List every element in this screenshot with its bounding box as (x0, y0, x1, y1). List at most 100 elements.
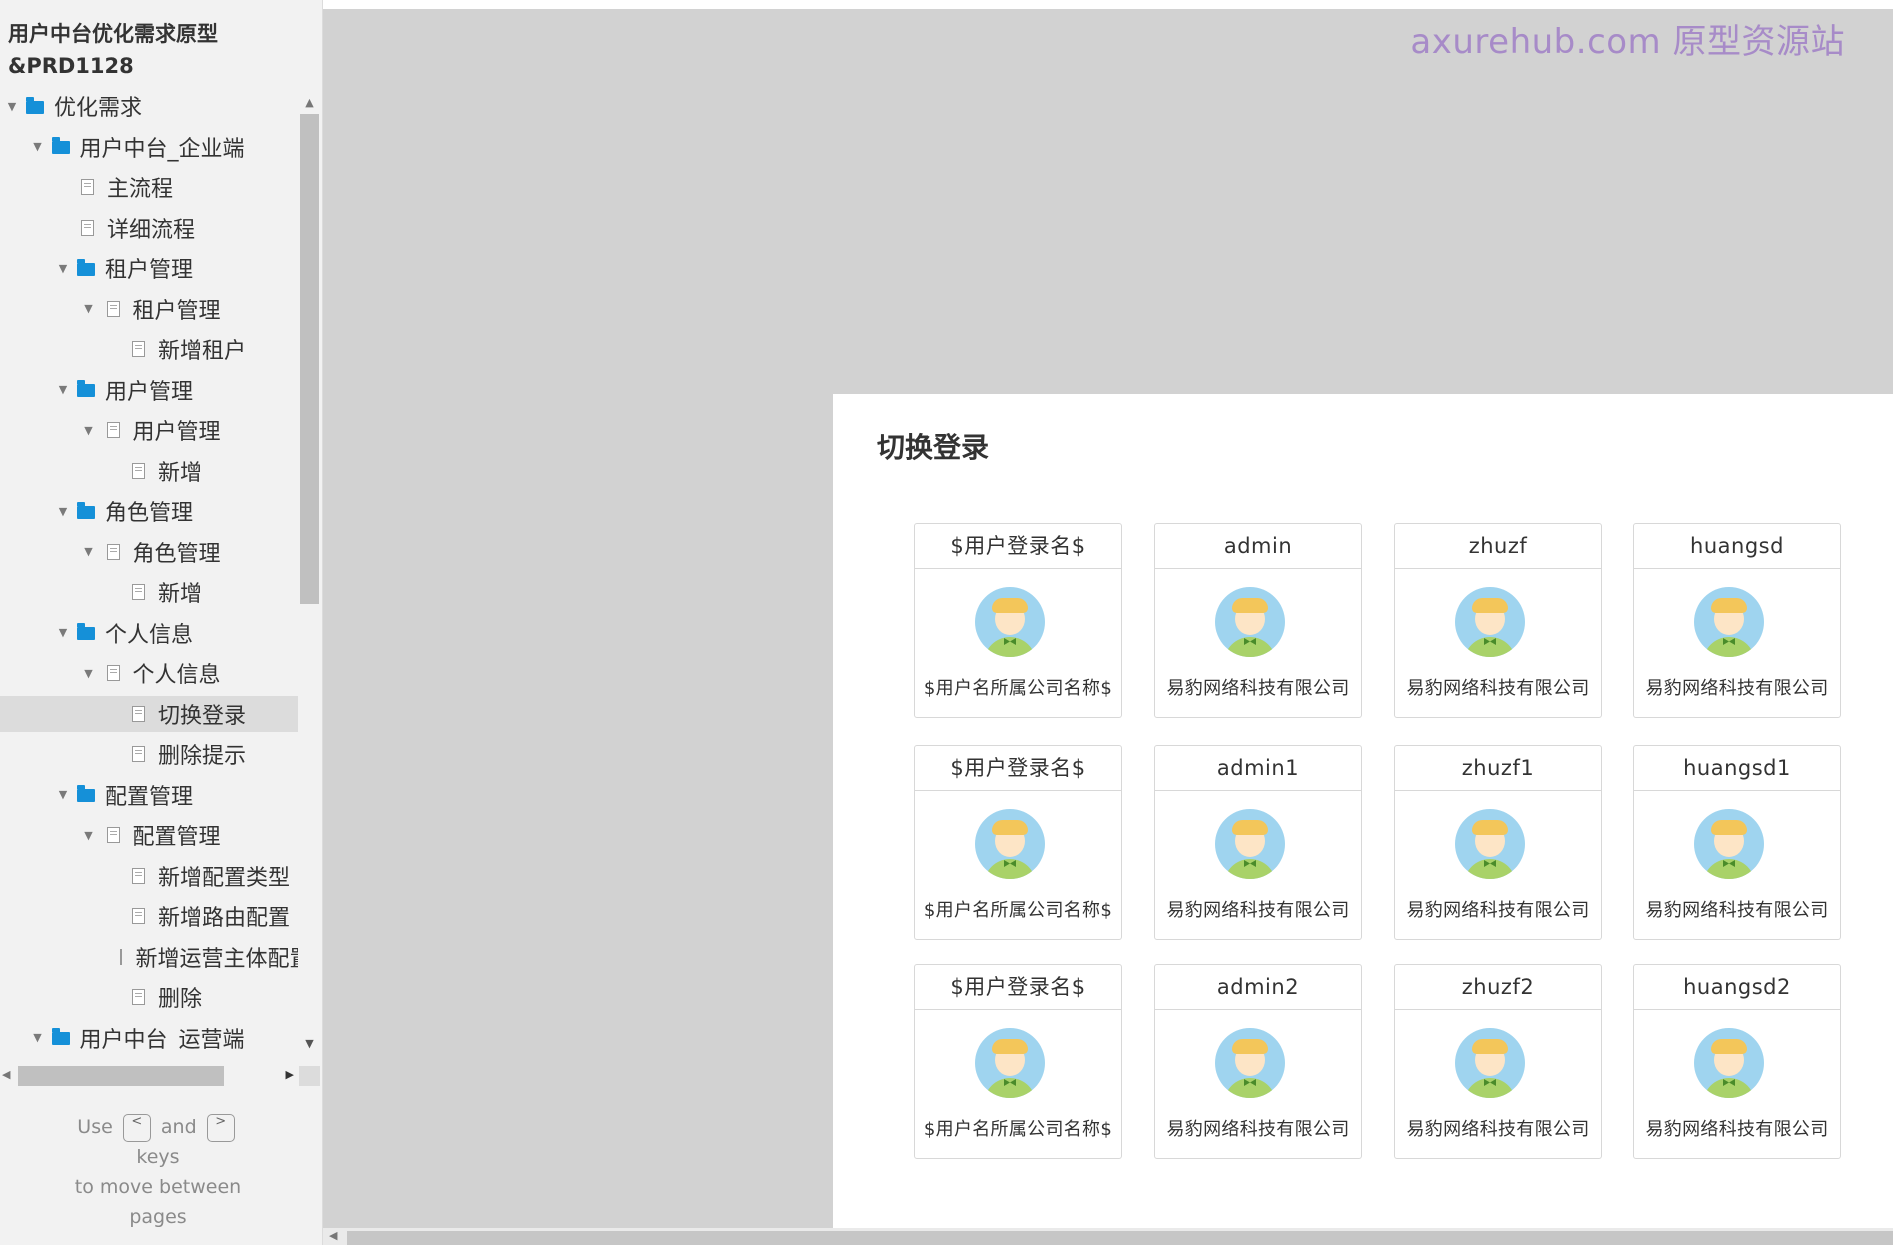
expand-toggle-icon[interactable]: ▼ (28, 1031, 48, 1044)
expand-toggle-icon[interactable]: ▼ (53, 262, 73, 275)
sitemap-item-label: 新增配置类型 (158, 865, 291, 891)
expand-toggle-icon[interactable]: ▼ (79, 829, 99, 842)
sitemap-folder[interactable]: ▼ 用户中台_企业端 (0, 129, 298, 165)
account-username: $用户登录名$ (915, 524, 1121, 569)
account-company: 易豹网络科技有限公司 (1645, 900, 1829, 921)
expand-toggle-icon[interactable]: ▼ (79, 302, 99, 315)
scrollbar-thumb[interactable] (18, 1066, 224, 1086)
sitemap-folder[interactable]: ▼ 租户管理 (0, 250, 298, 286)
account-username: huangsd2 (1634, 965, 1840, 1010)
sitemap-vertical-scrollbar[interactable]: ▲ ▼ (299, 92, 320, 1054)
scroll-left-arrow-icon[interactable]: ◀ (2, 1068, 10, 1081)
account-card[interactable]: huangsd2 易豹网络科技有限公司 (1633, 964, 1841, 1159)
scroll-right-arrow-icon[interactable]: ▶ (286, 1068, 294, 1081)
sitemap-folder[interactable]: ▼ 配置管理 (0, 777, 298, 813)
expand-toggle-icon[interactable]: ▼ (53, 505, 73, 518)
account-card[interactable]: admin2 易豹网络科技有限公司 (1154, 964, 1362, 1159)
sitemap-page[interactable]: ▼切换登录 (0, 695, 298, 732)
sitemap-page[interactable]: ▼删除 (0, 979, 298, 1015)
avatar (1455, 1028, 1525, 1098)
avatar (1455, 809, 1525, 879)
sitemap-page[interactable]: ▼ 角色管理 (0, 534, 298, 570)
sitemap-page[interactable]: ▼新增路由配置 (0, 898, 298, 934)
folder-icon (77, 501, 95, 519)
account-card[interactable]: zhuzf1 易豹网络科技有限公司 (1394, 745, 1602, 940)
account-card[interactable]: admin 易豹网络科技有限公司 (1154, 523, 1362, 718)
page-icon (106, 422, 120, 438)
avatar (1215, 809, 1285, 879)
scroll-down-arrow-icon[interactable]: ▼ (303, 1037, 316, 1050)
expand-toggle-icon[interactable]: ▼ (53, 788, 73, 801)
account-card[interactable]: zhuzf 易豹网络科技有限公司 (1394, 523, 1602, 718)
sitemap-item-label: 配置管理 (132, 825, 221, 850)
sitemap-item-label: 用户中台_企业端 (79, 136, 245, 162)
account-card[interactable]: $用户登录名$ $用户名所属公司名称$ (914, 745, 1122, 940)
sitemap-item-label: 租户管理 (105, 258, 194, 283)
sitemap-page[interactable]: ▼ 用户管理 (0, 412, 298, 448)
project-title: 用户中台优化需求原型&PRD1128 (8, 22, 218, 78)
canvas-top-strip (323, 0, 1893, 9)
account-card[interactable]: huangsd1 易豹网络科技有限公司 (1633, 745, 1841, 940)
sitemap-page[interactable]: ▼ 配置管理 (0, 817, 298, 853)
scroll-left-arrow-icon[interactable]: ◀ (329, 1229, 337, 1242)
expand-toggle-icon[interactable]: ▼ (2, 100, 22, 113)
avatar (1694, 587, 1764, 657)
sitemap-folder[interactable]: ▼ 个人信息 (0, 615, 298, 651)
sitemap-folder[interactable]: ▼ 用户管理 (0, 372, 298, 408)
scroll-up-arrow-icon[interactable]: ▲ (303, 96, 316, 109)
page-icon (106, 665, 120, 681)
folder-icon (26, 96, 44, 114)
expand-toggle-icon[interactable]: ▼ (53, 383, 73, 396)
page-icon (132, 746, 145, 762)
sitemap-page[interactable]: ▼新增运营主体配置 (0, 939, 298, 975)
panel-title: 切换登录 (877, 431, 990, 464)
hint-text: Use (77, 1116, 113, 1138)
account-company: 易豹网络科技有限公司 (1166, 1119, 1350, 1140)
expand-toggle-icon[interactable]: ▼ (79, 667, 99, 680)
account-company: 易豹网络科技有限公司 (1645, 678, 1829, 699)
scrollbar-thumb[interactable] (300, 114, 319, 604)
sitemap-page[interactable]: ▼ 租户管理 (0, 291, 298, 327)
scrollbar-thumb[interactable] (347, 1231, 1893, 1245)
sitemap-page[interactable]: ▼新增 (0, 574, 298, 610)
expand-toggle-icon[interactable]: ▼ (28, 140, 48, 153)
account-username: huangsd (1634, 524, 1840, 569)
sitemap-item-label: 切换登录 (158, 703, 247, 729)
account-card[interactable]: $用户登录名$ $用户名所属公司名称$ (914, 523, 1122, 718)
sitemap-item-label: 租户管理 (132, 298, 221, 324)
sitemap-folder[interactable]: ▼ 优化需求 (0, 90, 298, 124)
account-username: zhuzf (1395, 524, 1601, 569)
sitemap-page[interactable]: ▼ 个人信息 (0, 655, 298, 691)
expand-toggle-icon[interactable]: ▼ (79, 545, 99, 558)
account-card[interactable]: $用户登录名$ $用户名所属公司名称$ (914, 964, 1122, 1159)
page-icon (132, 584, 145, 600)
account-company: 易豹网络科技有限公司 (1166, 900, 1350, 921)
sitemap-item-label: 新增运营主体配置 (135, 946, 298, 972)
account-company: 易豹网络科技有限公司 (1406, 678, 1590, 699)
sitemap-item-label: 配置管理 (105, 784, 194, 810)
page-icon (132, 908, 145, 924)
expand-toggle-icon[interactable]: ▼ (53, 626, 73, 639)
sitemap-page[interactable]: ▼新增租户 (0, 331, 298, 367)
sitemap-folder[interactable]: ▼ 角色管理 (0, 493, 298, 529)
account-card[interactable]: admin1 易豹网络科技有限公司 (1154, 745, 1362, 940)
sitemap-item-label: 个人信息 (132, 663, 221, 688)
watermark: axurehub.com 原型资源站 (1410, 22, 1845, 62)
canvas-horizontal-scrollbar[interactable]: ◀ (323, 1228, 1893, 1245)
sitemap-folder[interactable]: ▼ 用户中台_运营端 (0, 1020, 298, 1051)
expand-toggle-icon[interactable]: ▼ (79, 424, 99, 437)
account-card[interactable]: zhuzf2 易豹网络科技有限公司 (1394, 964, 1602, 1159)
sitemap-page[interactable]: ▼新增配置类型 (0, 858, 298, 894)
account-company: 易豹网络科技有限公司 (1166, 678, 1350, 699)
sitemap-item-label: 角色管理 (105, 501, 194, 526)
sitemap-page[interactable]: ▼主流程 (0, 169, 298, 205)
sitemap-page[interactable]: ▼新增 (0, 453, 298, 489)
keyboard-nav-hint: Use < and > keys to move between pages (0, 1112, 316, 1232)
hint-text: and (160, 1116, 197, 1138)
hint-text: keys (136, 1146, 180, 1168)
hint-text: pages (129, 1206, 187, 1228)
account-card[interactable]: huangsd 易豹网络科技有限公司 (1633, 523, 1841, 718)
sitemap-page[interactable]: ▼删除提示 (0, 736, 298, 772)
sitemap-horizontal-scrollbar[interactable]: ◀ ▶ (0, 1066, 298, 1086)
sitemap-page[interactable]: ▼详细流程 (0, 210, 298, 246)
